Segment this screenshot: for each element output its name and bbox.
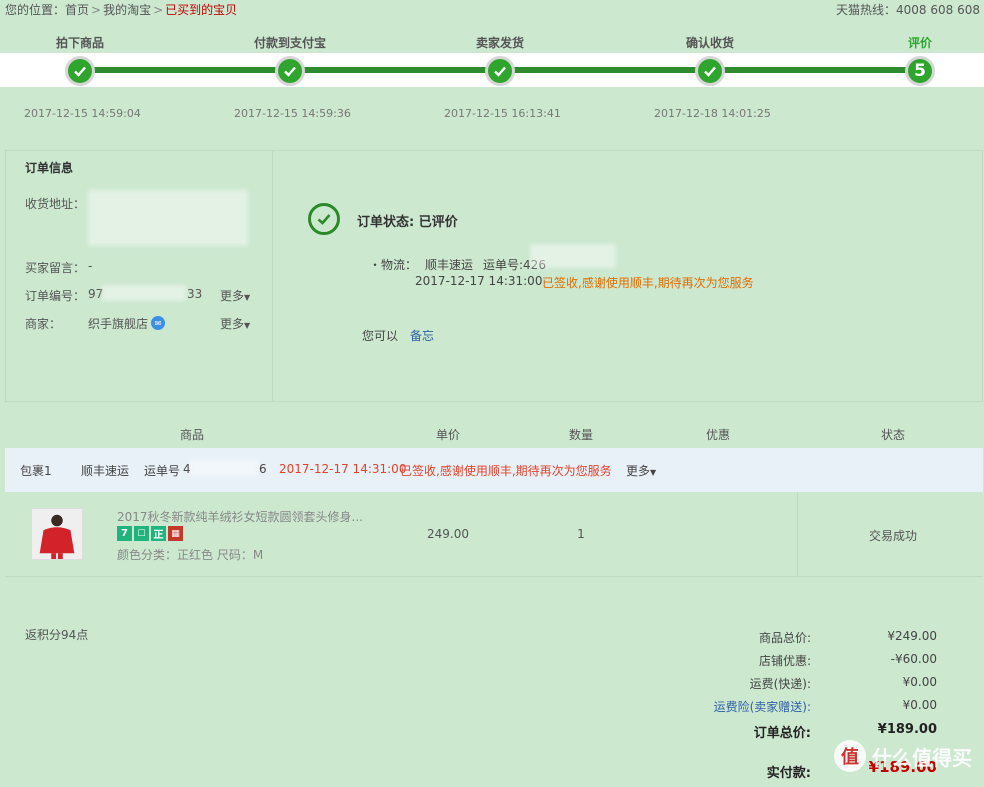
tracking-time: 2017-12-17 14:31:00 xyxy=(415,274,543,288)
genuine-icon[interactable]: 正 xyxy=(151,526,166,541)
order-number-redacted xyxy=(102,285,186,301)
package-label: 包裹1 xyxy=(20,464,52,478)
logistics-carrier: 顺丰速运 xyxy=(425,258,474,272)
chevron-down-icon: ▼ xyxy=(244,321,251,330)
wangwang-chat-icon[interactable]: ✉ xyxy=(151,316,165,330)
logistics-label: ・物流： xyxy=(369,258,418,272)
check-icon xyxy=(74,66,86,77)
success-check-icon xyxy=(308,203,340,235)
package-carrier: 顺丰速运 xyxy=(81,464,130,478)
shop-discount-value: -¥60.00 xyxy=(890,652,937,666)
product-spec: 颜色分类：正红色 尺码：M xyxy=(117,548,264,562)
buyer-message-value: - xyxy=(88,259,93,273)
product-title-link[interactable]: 2017秋冬新款纯羊绒衫女短款圆领套头修身... xyxy=(117,508,363,525)
buyer-message-label: 买家留言： xyxy=(25,261,86,275)
order-status: 订单状态: 已评价 xyxy=(357,215,458,230)
step-node-1 xyxy=(65,56,95,86)
watermark-logo-icon: 值 xyxy=(834,740,866,772)
shipping-label: 运费(快递): xyxy=(749,677,811,691)
more-label: 更多 xyxy=(220,317,245,331)
points-reward: 返积分94点 xyxy=(25,628,89,642)
breadcrumb: 您的位置：首页 > 我的淘宝 > 已买到的宝贝 xyxy=(5,1,237,18)
paid-amount-label: 实付款: xyxy=(766,766,811,781)
shipping-insurance-link[interactable]: 运费险(卖家赠送): xyxy=(714,698,811,715)
order-more-link[interactable]: 更多▼ xyxy=(220,287,250,304)
package-more-link[interactable]: 更多▼ xyxy=(626,462,656,479)
step-time-2: 2017-12-15 14:59:36 xyxy=(234,107,351,120)
breadcrumb-home-link[interactable]: 首页 xyxy=(65,3,89,17)
more-label: 更多 xyxy=(626,464,651,478)
package-tracking-suffix: 6 xyxy=(259,462,267,476)
watermark-text: 什么值得买 xyxy=(872,745,972,770)
tracking-redacted xyxy=(530,244,616,268)
shop-discount-label: 店铺优惠: xyxy=(758,654,811,668)
step-node-5: 5 xyxy=(905,56,935,86)
column-header-status: 状态 xyxy=(880,428,906,442)
breadcrumb-separator: > xyxy=(91,3,102,17)
column-header-price: 单价 xyxy=(435,428,461,442)
subtotal-label: 商品总价: xyxy=(758,631,811,645)
order-total-value: ¥189.00 xyxy=(877,722,937,737)
tracking-message: 已签收,感谢使用顺丰,期待再次为您服务 xyxy=(542,276,754,290)
subtotal-value: ¥249.00 xyxy=(887,629,937,643)
panel-divider xyxy=(272,150,273,402)
step-time-4: 2017-12-18 14:01:25 xyxy=(654,107,771,120)
package-tracking-redacted xyxy=(190,459,258,477)
step-node-3 xyxy=(485,56,515,86)
package-tracking-label: 运单号 xyxy=(144,464,181,478)
step-time-3: 2017-12-15 16:13:41 xyxy=(444,107,561,120)
chevron-down-icon: ▼ xyxy=(650,468,657,477)
step-time-1: 2017-12-15 14:59:04 xyxy=(24,107,141,120)
step-label-paid: 付款到支付宝 xyxy=(253,36,327,50)
column-header-product: 商品 xyxy=(179,428,205,442)
order-total-label: 订单总价: xyxy=(753,726,811,741)
hotline: 天猫热线：4008 608 608 xyxy=(836,3,980,17)
order-number-suffix: 33 xyxy=(187,287,203,301)
step-node-2 xyxy=(275,56,305,86)
shipping-value: ¥0.00 xyxy=(902,675,937,689)
check-icon xyxy=(704,66,716,77)
service-badges: 7 ☐ 正 ▦ xyxy=(117,526,183,541)
seller-more-link[interactable]: 更多▼ xyxy=(220,315,250,332)
step-label-shipped: 卖家发货 xyxy=(475,36,525,50)
order-number-label: 订单编号： xyxy=(25,289,86,303)
check-icon xyxy=(494,66,506,77)
seven-day-return-icon[interactable]: 7 xyxy=(117,526,132,541)
package-time: 2017-12-17 14:31:00 xyxy=(279,462,407,476)
order-number-prefix: 97 xyxy=(88,287,104,301)
actions-label: 您可以 xyxy=(362,329,399,343)
item-quantity: 1 xyxy=(577,527,585,541)
address-redacted xyxy=(88,190,248,246)
seller-label: 商家： xyxy=(25,317,62,331)
product-thumbnail[interactable] xyxy=(31,508,83,560)
more-label: 更多 xyxy=(220,289,245,303)
chevron-down-icon: ▼ xyxy=(244,293,251,302)
column-header-quantity: 数量 xyxy=(568,428,594,442)
breadcrumb-prefix: 您的位置： xyxy=(5,3,66,17)
step-label-order-placed: 拍下商品 xyxy=(55,36,105,50)
item-state: 交易成功 xyxy=(868,529,918,543)
memo-link[interactable]: 备忘 xyxy=(410,327,434,344)
breadcrumb-separator: > xyxy=(153,3,164,17)
step-node-4 xyxy=(695,56,725,86)
watermark: 值 什么值得买 xyxy=(834,740,972,772)
order-info-title: 订单信息 xyxy=(25,161,74,175)
step-label-received: 确认收货 xyxy=(685,36,735,50)
package-message: 已签收,感谢使用顺丰,期待再次为您服务 xyxy=(400,464,612,478)
shipping-insurance-value: ¥0.00 xyxy=(902,698,937,712)
column-header-discount: 优惠 xyxy=(705,428,731,442)
check-icon xyxy=(284,66,296,77)
address-label: 收货地址： xyxy=(25,197,86,211)
invoice-icon[interactable]: ▦ xyxy=(168,526,183,541)
step-label-review: 评价 xyxy=(907,36,933,50)
top-bar: 您的位置：首页 > 我的淘宝 > 已买到的宝贝 天猫热线：4008 608 608 xyxy=(0,0,984,18)
column-divider xyxy=(797,492,798,577)
seller-name-link[interactable]: 织手旗舰店 xyxy=(88,315,148,332)
item-price: 249.00 xyxy=(427,527,469,541)
breadcrumb-current[interactable]: 已买到的宝贝 xyxy=(165,3,237,17)
breadcrumb-my-taobao-link[interactable]: 我的淘宝 xyxy=(103,3,151,17)
warranty-icon[interactable]: ☐ xyxy=(134,526,149,541)
